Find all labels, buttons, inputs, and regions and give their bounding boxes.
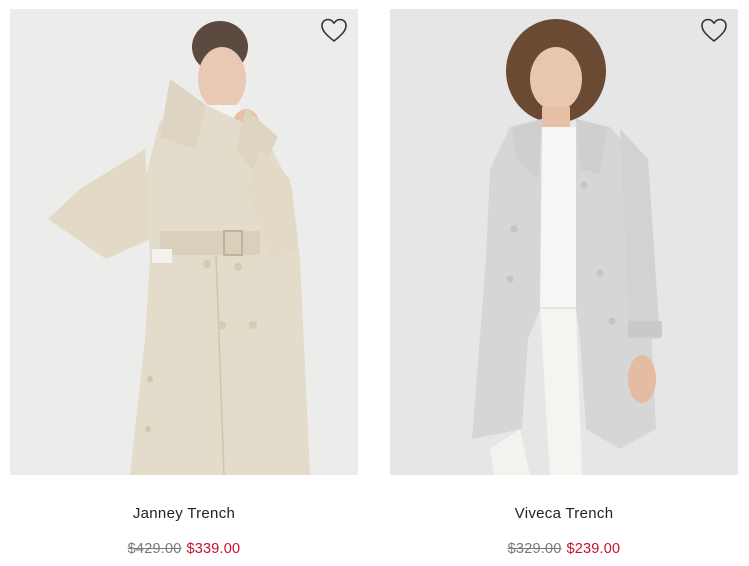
sale-price: $239.00 (566, 541, 621, 557)
wishlist-button[interactable] (700, 17, 728, 43)
heart-outline-icon (321, 18, 347, 42)
trench-coat-beige-photo (10, 9, 358, 475)
product-image[interactable] (10, 9, 358, 475)
product-card[interactable]: Janney Trench $429.00 $339.00 (10, 9, 358, 557)
original-price: $429.00 (127, 541, 182, 557)
sale-price: $339.00 (186, 541, 241, 557)
original-price: $329.00 (507, 541, 562, 557)
price-row: $329.00 $239.00 (390, 541, 738, 557)
product-grid: Janney Trench $429.00 $339.00 Viveca Tre… (0, 0, 749, 566)
product-card[interactable]: Viveca Trench $329.00 $239.00 (390, 9, 738, 557)
price-row: $429.00 $339.00 (10, 541, 358, 557)
product-image[interactable] (390, 9, 738, 475)
trench-coat-grey-photo (390, 9, 738, 475)
heart-outline-icon (701, 18, 727, 42)
product-name[interactable]: Janney Trench (10, 505, 358, 522)
wishlist-button[interactable] (320, 17, 348, 43)
product-name[interactable]: Viveca Trench (390, 505, 738, 522)
